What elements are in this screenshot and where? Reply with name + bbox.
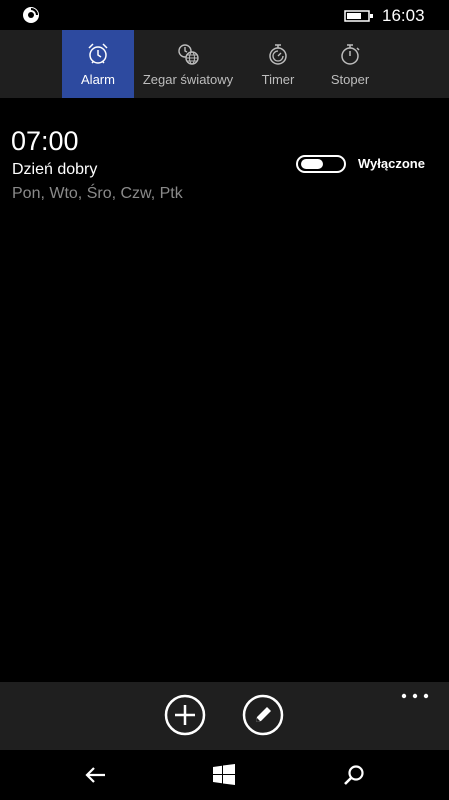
back-arrow-icon[interactable]: [84, 763, 108, 787]
stopwatch-icon: [341, 44, 360, 65]
timer-icon: [269, 44, 287, 65]
battery-icon: [344, 10, 373, 22]
alarm-days: Pon, Wto, Śro, Czw, Ptk: [12, 185, 183, 202]
notification-app-icon: [23, 7, 39, 23]
app-bar: [0, 682, 449, 750]
alarm-toggle-switch[interactable]: [296, 155, 346, 173]
add-alarm-button[interactable]: [164, 694, 206, 736]
navigation-bar: [0, 750, 449, 800]
more-ellipsis-icon[interactable]: [398, 688, 432, 704]
tab-world-clock[interactable]: Zegar światowy: [134, 30, 242, 98]
status-bar: 16:03: [0, 0, 449, 30]
tab-label: Stoper: [330, 72, 370, 87]
windows-logo-icon[interactable]: [212, 763, 236, 787]
alarm-clock-icon: [88, 43, 108, 64]
alarm-list-item[interactable]: 07:00 Dzień dobry Pon, Wto, Śro, Czw, Pt…: [0, 118, 449, 218]
tab-timer[interactable]: Timer: [242, 30, 314, 98]
tab-label: Alarm: [81, 72, 115, 87]
edit-alarms-button[interactable]: [242, 694, 284, 736]
world-clock-icon: [178, 44, 199, 65]
tab-label: Timer: [261, 72, 295, 87]
tab-bar: Alarm Zegar światowy Timer Stoper: [0, 30, 449, 98]
tab-alarm[interactable]: Alarm: [62, 30, 134, 98]
tab-label: Zegar światowy: [142, 72, 234, 87]
search-icon[interactable]: [342, 763, 366, 787]
toggle-knob: [301, 159, 323, 169]
alarm-name: Dzień dobry: [12, 161, 98, 178]
status-time: 16:03: [382, 6, 425, 25]
alarm-time: 07:00: [11, 126, 79, 156]
tab-stopwatch[interactable]: Stoper: [314, 30, 386, 98]
toggle-state-label: Wyłączone: [358, 156, 425, 171]
